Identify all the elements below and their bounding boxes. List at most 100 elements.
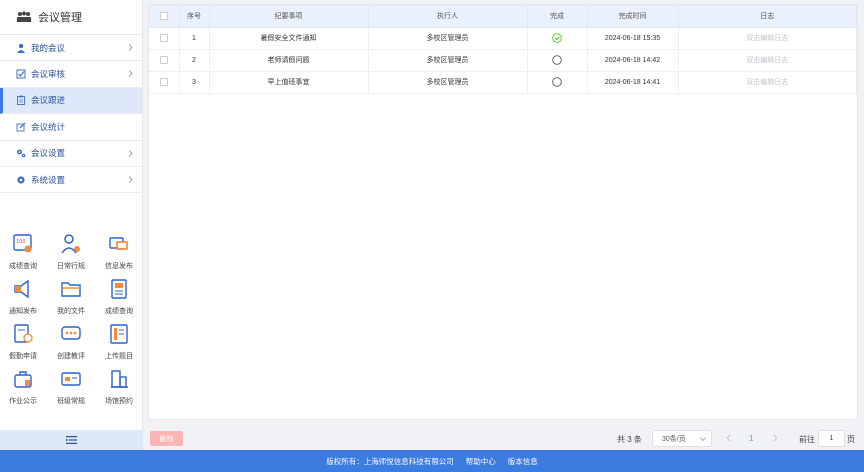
app-create-evaluation[interactable]: 创建教评 — [48, 323, 94, 361]
app-title: 会议管理 — [38, 12, 82, 24]
menu-fold-icon — [66, 436, 77, 444]
site-footer: 版权所有：上海师悦信息科技有限公司 帮助中心 版本信息 — [0, 450, 864, 472]
page-unit: 页 — [847, 435, 855, 444]
gear-icon — [17, 176, 25, 184]
folder-icon — [61, 282, 81, 297]
megaphone-icon — [14, 279, 29, 299]
sidebar: 会议管理 我的会议 会议审核 会议跟进 会议统计 会议设置 系统设置 100 成… — [0, 0, 143, 450]
row-select-cell — [149, 49, 180, 72]
next-page-icon[interactable] — [771, 433, 779, 443]
clipboard-icon — [17, 95, 25, 106]
app-info-publish[interactable]: 信息发布 — [96, 233, 142, 271]
row-done-cell — [527, 27, 588, 50]
check-circle-icon[interactable] — [552, 33, 562, 43]
menu-label: 会议审核 — [31, 69, 66, 80]
table-header-row: 序号 纪要事项 执行人 完成 完成时间 日志 — [149, 5, 857, 28]
row-log[interactable]: 双击编辑日志 — [678, 27, 857, 50]
column-header-done[interactable]: 完成 — [527, 5, 588, 28]
table-row[interactable]: 1 暑假安全文件通知 多校区管理员 2024-06-18 15:35 双击编辑日… — [149, 27, 857, 50]
menu-label: 我的会议 — [31, 42, 66, 53]
version-info-link[interactable]: 版本信息 — [508, 456, 538, 467]
select-all-checkbox[interactable] — [159, 11, 168, 20]
meeting-icon — [17, 11, 31, 22]
main-panel: 序号 纪要事项 执行人 完成 完成时间 日志 1 暑假安全文件通知 多校区管理员… — [148, 4, 858, 420]
page-size-value: 30条/页 — [662, 435, 686, 443]
row-checkbox[interactable] — [159, 34, 168, 42]
leave-form-icon — [14, 324, 33, 343]
person-gear-icon — [61, 234, 80, 254]
id-card-icon — [61, 372, 81, 386]
row-item: 老师请假问题 — [209, 49, 369, 72]
column-header-no[interactable]: 序号 — [179, 5, 210, 28]
menu-item-meeting-review[interactable]: 会议审核 — [0, 61, 142, 88]
prev-page-icon[interactable] — [725, 433, 733, 443]
row-time: 2024-06-18 14:41 — [587, 71, 679, 94]
row-done-cell — [527, 71, 588, 94]
row-select-cell — [149, 27, 180, 50]
table-row[interactable]: 2 老师请假问题 多校区管理员 2024-06-18 14:42 双击编辑日志 — [149, 49, 857, 72]
brand: 会议管理 — [0, 0, 142, 35]
menu-item-meeting-followup[interactable]: 会议跟进 — [0, 87, 142, 115]
menu-item-system-settings[interactable]: 系统设置 — [0, 167, 142, 194]
pagination-bar: 删除 共 3 条 30条/页 1 前往 页 — [148, 426, 858, 450]
row-select-cell — [149, 71, 180, 94]
total-count: 共 3 条 — [617, 435, 642, 444]
current-page[interactable]: 1 — [749, 434, 753, 443]
chat-bubble-icon — [61, 326, 81, 340]
menu-item-my-meetings[interactable]: 我的会议 — [0, 35, 142, 62]
app-daily-rules[interactable]: 日常行规 — [48, 233, 94, 271]
menu-item-meeting-stats[interactable]: 会议统计 — [0, 114, 142, 141]
menu-label: 会议统计 — [31, 121, 66, 132]
followup-table: 序号 纪要事项 执行人 完成 完成时间 日志 1 暑假安全文件通知 多校区管理员… — [149, 5, 857, 94]
menu-item-meeting-settings[interactable]: 会议设置 — [0, 141, 142, 167]
app-class-routine[interactable]: 班级常规 — [48, 368, 94, 406]
checkbox-icon — [16, 69, 26, 79]
empty-circle-icon[interactable] — [552, 77, 562, 87]
goto-page-input[interactable] — [818, 430, 845, 447]
column-header-item[interactable]: 纪要事项 — [209, 5, 369, 28]
column-header-executor[interactable]: 执行人 — [368, 5, 528, 28]
chevron-right-icon — [128, 70, 133, 78]
row-executor: 多校区管理员 — [368, 71, 528, 94]
select-all-cell — [149, 5, 180, 28]
column-header-log[interactable]: 日志 — [678, 5, 857, 28]
row-log[interactable]: 双击编辑日志 — [678, 49, 857, 72]
row-time: 2024-06-18 15:35 — [587, 27, 679, 50]
svg-text:100: 100 — [16, 239, 26, 245]
table-row[interactable]: 3 早上值班事宜 多校区管理员 2024-06-18 14:41 双击编辑日志 — [149, 71, 857, 94]
row-log[interactable]: 双击编辑日志 — [678, 71, 857, 94]
delete-button[interactable]: 删除 — [150, 431, 183, 446]
chevron-right-icon — [128, 149, 133, 157]
app-leave-request[interactable]: 假勤申请 — [0, 323, 46, 361]
row-checkbox[interactable] — [159, 56, 168, 64]
edit-icon — [16, 122, 26, 132]
help-center-link[interactable]: 帮助中心 — [466, 456, 496, 467]
row-executor: 多校区管理员 — [368, 49, 528, 72]
app-venue-booking[interactable]: 场馆预约 — [96, 368, 142, 406]
app-grade-query[interactable]: 100 成绩查询 — [0, 233, 46, 271]
row-no: 2 — [179, 49, 210, 72]
empty-circle-icon[interactable] — [552, 55, 562, 65]
building-icon — [111, 370, 128, 388]
row-item: 暑假安全文件通知 — [209, 27, 369, 50]
app-upload-questions[interactable]: 上传题目 — [96, 323, 142, 361]
menu-label: 系统设置 — [31, 174, 66, 185]
chevron-right-icon — [128, 44, 133, 51]
user-icon — [17, 43, 25, 53]
score-sheet-icon — [111, 279, 127, 299]
app-my-files[interactable]: 我的文件 — [48, 278, 94, 316]
row-done-cell — [527, 49, 588, 72]
column-header-time[interactable]: 完成时间 — [587, 5, 679, 28]
row-checkbox[interactable] — [159, 78, 168, 86]
page-size-select[interactable]: 30条/页 — [652, 430, 712, 447]
chevron-down-icon — [700, 437, 706, 442]
app-notice-publish[interactable]: 通知发布 — [0, 278, 46, 316]
screens-icon — [109, 237, 128, 250]
sidebar-collapse-toggle[interactable] — [0, 430, 143, 450]
gears-icon — [17, 149, 26, 158]
row-item: 早上值班事宜 — [209, 71, 369, 94]
app-grade-query-2[interactable]: 成绩查询 — [96, 278, 142, 316]
app-homework-notice[interactable]: 作业公示 — [0, 368, 46, 406]
score-report-icon: 100 — [13, 234, 32, 253]
question-book-icon — [110, 324, 128, 344]
